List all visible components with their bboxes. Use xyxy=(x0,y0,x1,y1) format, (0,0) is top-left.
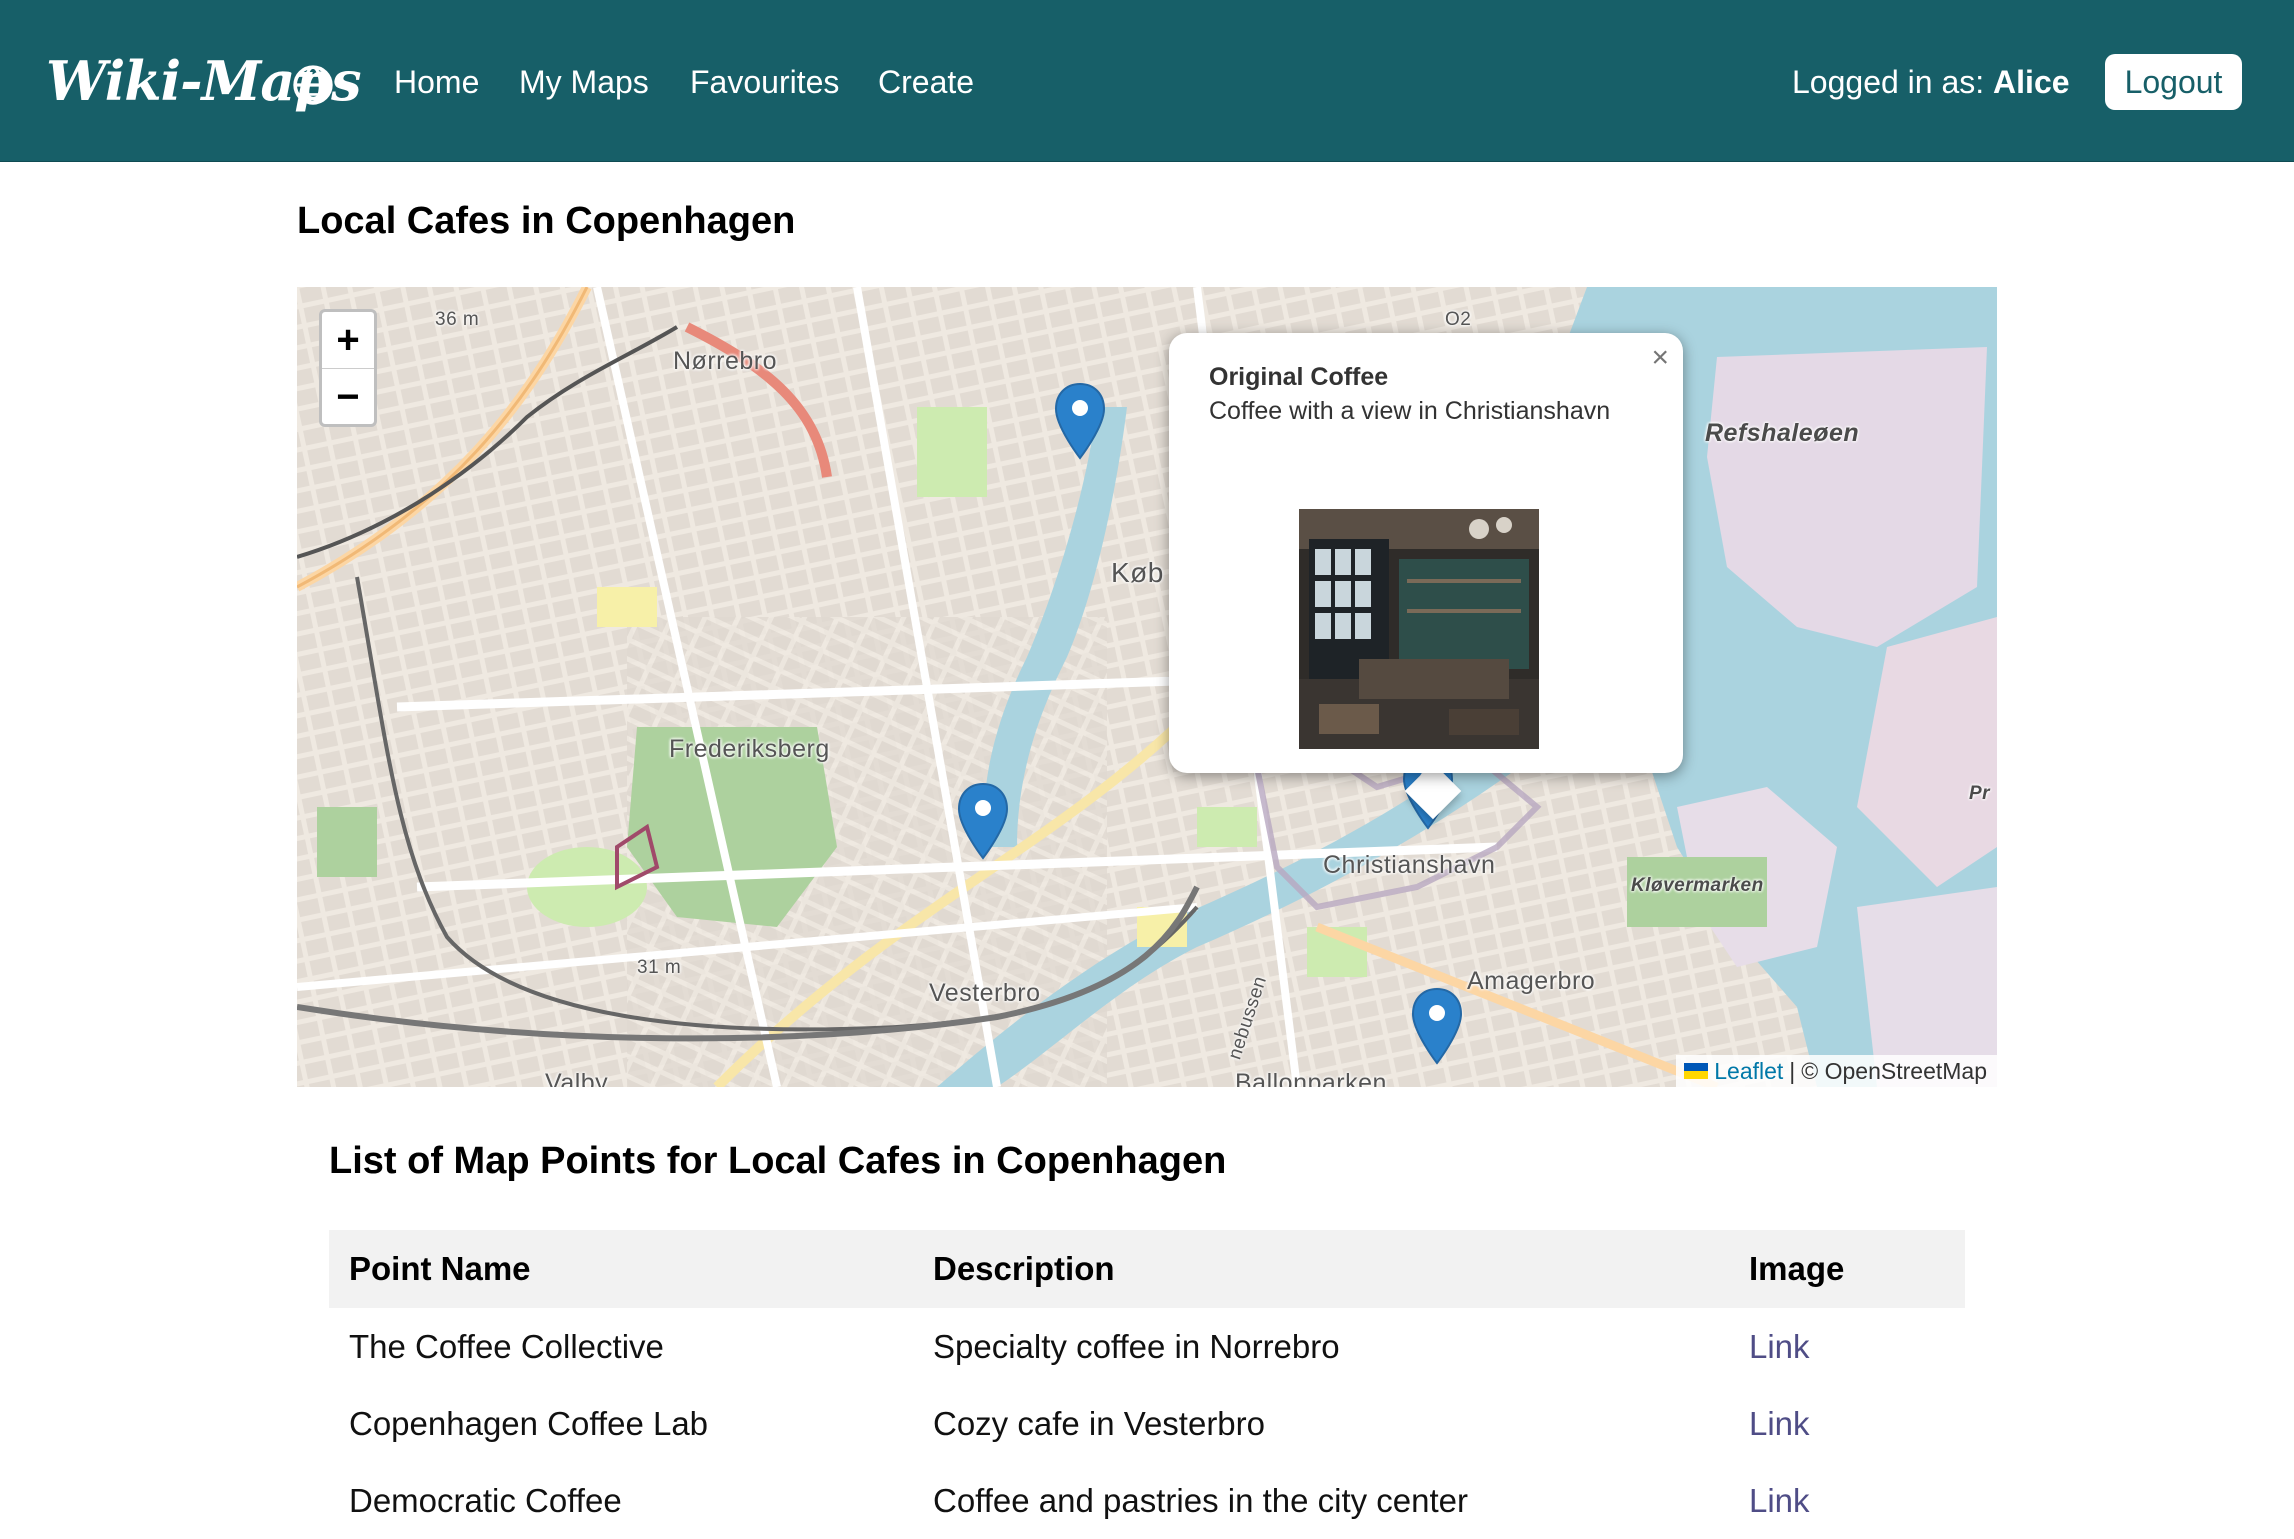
elevation-label: 36 m xyxy=(435,309,480,330)
header-point-name: Point Name xyxy=(349,1250,531,1287)
place-label-christianshavn: Christianshavn xyxy=(1323,851,1496,879)
place-label-amagerbro: Amagerbro xyxy=(1467,967,1596,995)
elevation-label: 31 m xyxy=(637,957,682,978)
place-label-refshaleoen: Refshaleøen xyxy=(1705,419,1860,447)
place-label-norrebro: Nørrebro xyxy=(673,347,778,375)
leaflet-link[interactable]: Leaflet xyxy=(1714,1055,1783,1087)
attribution-separator: | xyxy=(1789,1058,1796,1084)
point-description: Coffee and pastries in the city center xyxy=(933,1482,1469,1519)
popup-cafe-image xyxy=(1299,509,1539,749)
ukraine-flag-icon xyxy=(1684,1063,1709,1079)
top-navbar: Wiki-Maps Home My Maps Favourites Create… xyxy=(0,0,2294,162)
zoom-control: + − xyxy=(319,309,377,427)
nav-create-link[interactable]: Create xyxy=(878,60,974,104)
table-row: Democratic Coffee Coffee and pastries in… xyxy=(329,1462,1965,1539)
image-link[interactable]: Link xyxy=(1749,1385,1810,1462)
image-link[interactable]: Link xyxy=(1749,1308,1810,1385)
place-label-klovermarken: Kløvermarken xyxy=(1631,875,1764,896)
popup-description: Coffee with a view in Christianshavn xyxy=(1209,397,1611,425)
table-header: Point Name Description Image xyxy=(329,1230,1965,1308)
map-popup: × Original Coffee Coffee with a view in … xyxy=(1169,333,1683,773)
nav-my-maps-link[interactable]: My Maps xyxy=(519,60,649,104)
map-tiles xyxy=(297,287,1997,1087)
globe-icon xyxy=(293,65,333,105)
place-label-kobenhavn: Køb xyxy=(1111,557,1164,588)
image-link[interactable]: Link xyxy=(1749,1462,1810,1539)
place-label-vesterbro: Vesterbro xyxy=(929,979,1041,1007)
table-row: Copenhagen Coffee Lab Cozy cafe in Veste… xyxy=(329,1385,1965,1462)
point-description: Specialty coffee in Norrebro xyxy=(933,1328,1340,1365)
place-label-frederiksberg: Frederiksberg xyxy=(669,735,830,763)
list-title: List of Map Points for Local Cafes in Co… xyxy=(329,1140,1227,1182)
zoom-out-button[interactable]: − xyxy=(322,368,374,425)
place-label-valby: Valby xyxy=(545,1069,609,1087)
nav-home-link[interactable]: Home xyxy=(394,60,479,104)
nav-favourites-link[interactable]: Favourites xyxy=(690,60,839,104)
logged-in-label: Logged in as: xyxy=(1792,64,1994,100)
point-description: Cozy cafe in Vesterbro xyxy=(933,1405,1265,1442)
point-name: The Coffee Collective xyxy=(349,1328,664,1365)
osm-attribution[interactable]: © OpenStreetMap xyxy=(1801,1055,1987,1087)
table-row: The Coffee Collective Specialty coffee i… xyxy=(329,1308,1965,1385)
point-name: Copenhagen Coffee Lab xyxy=(349,1405,709,1442)
map-attribution: Leaflet | © OpenStreetMap xyxy=(1676,1055,1997,1087)
logout-button[interactable]: Logout xyxy=(2105,54,2242,110)
map-view[interactable]: Nørrebro Frederiksberg Vesterbro Christi… xyxy=(297,287,1997,1087)
map-marker-icon[interactable] xyxy=(1054,382,1106,460)
header-image: Image xyxy=(1749,1250,1845,1287)
map-title: Local Cafes in Copenhagen xyxy=(297,200,796,242)
popup-title: Original Coffee xyxy=(1209,363,1389,391)
logged-in-status: Logged in as: Alice xyxy=(1792,60,2070,104)
place-label-pr: Pr xyxy=(1969,783,1991,804)
place-label-ballonparken: Ballonparken xyxy=(1235,1069,1387,1087)
header-description: Description xyxy=(933,1250,1115,1287)
popup-close-icon[interactable]: × xyxy=(1651,341,1669,375)
username: Alice xyxy=(1993,64,2070,100)
point-name: Democratic Coffee xyxy=(349,1482,622,1519)
place-label-o2: O2 xyxy=(1445,309,1472,330)
map-marker-icon[interactable] xyxy=(957,782,1009,860)
map-marker-icon[interactable] xyxy=(1411,987,1463,1065)
zoom-in-button[interactable]: + xyxy=(322,312,374,368)
map-points-table: Point Name Description Image The Coffee … xyxy=(329,1230,1965,1539)
